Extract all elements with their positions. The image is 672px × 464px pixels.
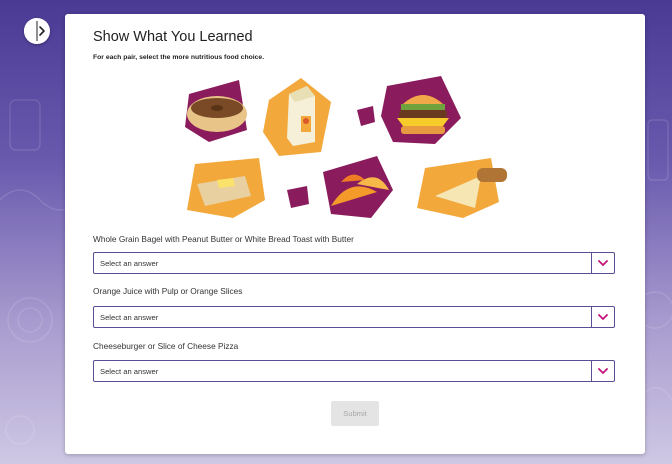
- chevron-down-icon-glyph: [598, 313, 608, 320]
- chevron-down-icon[interactable]: [591, 253, 614, 273]
- question-2-select[interactable]: Select an answer: [93, 306, 615, 328]
- orange-slices-image: [323, 156, 393, 218]
- question-2-value: Select an answer: [100, 313, 159, 322]
- juice-carton-image: [263, 78, 331, 156]
- question-1-select[interactable]: Select an answer: [93, 252, 615, 274]
- toast-image: [187, 158, 265, 218]
- question-1-label: Whole Grain Bagel with Peanut Butter or …: [93, 234, 354, 244]
- chevron-right-icon: [36, 21, 45, 41]
- chevron-down-icon[interactable]: [591, 307, 614, 327]
- decor-shape: [357, 106, 375, 126]
- chevron-down-icon-glyph: [598, 259, 608, 266]
- submit-button[interactable]: Submit: [331, 401, 379, 426]
- question-3-label: Cheeseburger or Slice of Cheese Pizza: [93, 341, 239, 351]
- instruction-text: For each pair, select the more nutritiou…: [93, 54, 265, 61]
- question-2-label: Orange Juice with Pulp or Orange Slices: [93, 286, 243, 296]
- decor-shape: [287, 186, 309, 208]
- bagel-image: [185, 80, 247, 142]
- sidebar-toggle-button[interactable]: [24, 18, 50, 44]
- question-1-value: Select an answer: [100, 259, 159, 268]
- food-illustration: [185, 76, 507, 218]
- page-title: Show What You Learned: [93, 29, 253, 45]
- chevron-down-icon[interactable]: [591, 361, 614, 381]
- chevron-down-icon-glyph: [598, 367, 608, 374]
- burger-image: [381, 76, 461, 144]
- quiz-card: Show What You Learned For each pair, sel…: [65, 14, 645, 454]
- pizza-image: [417, 158, 507, 218]
- question-3-select[interactable]: Select an answer: [93, 360, 615, 382]
- question-3-value: Select an answer: [100, 367, 159, 376]
